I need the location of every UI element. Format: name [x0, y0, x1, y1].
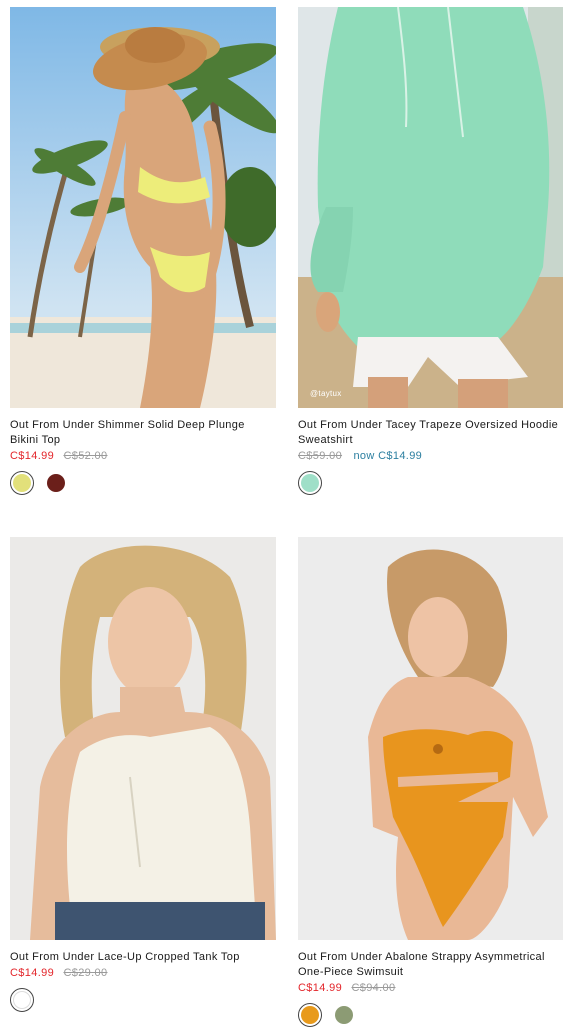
- price-row: C$14.99 C$52.00: [10, 449, 276, 463]
- product-photo-bikini: [10, 7, 276, 408]
- original-price: C$52.00: [63, 450, 108, 462]
- product-card[interactable]: Out From Under Abalone Strappy Asymmetri…: [298, 537, 563, 1027]
- product-photo-swimsuit: [298, 537, 563, 940]
- color-swatches: [10, 471, 276, 495]
- photo-credit: @taytux: [310, 389, 342, 398]
- price-row: C$14.99 C$94.00: [298, 981, 563, 995]
- product-photo-hoodie: [298, 7, 563, 408]
- product-grid: Out From Under Shimmer Solid Deep Plunge…: [0, 0, 563, 1035]
- swatch-dot: [301, 474, 319, 492]
- color-swatch-yellow[interactable]: [10, 471, 34, 495]
- product-card[interactable]: Out From Under Shimmer Solid Deep Plunge…: [10, 7, 276, 495]
- sale-price: now C$14.99: [353, 450, 423, 462]
- product-photo-tank-top: [10, 537, 276, 940]
- swatch-dot: [47, 474, 65, 492]
- price-row: C$14.99 C$29.00: [10, 966, 276, 980]
- swatch-dot: [301, 1006, 319, 1024]
- color-swatch-mint[interactable]: [298, 471, 322, 495]
- original-price: C$94.00: [351, 982, 396, 994]
- sale-price: C$14.99: [10, 450, 55, 462]
- product-image[interactable]: @taytux: [298, 7, 563, 408]
- sale-price: C$14.99: [298, 982, 343, 994]
- color-swatches: [10, 988, 276, 1012]
- product-image[interactable]: [10, 537, 276, 940]
- color-swatches: [298, 1003, 563, 1027]
- product-title[interactable]: Out From Under Tacey Trapeze Oversized H…: [298, 418, 560, 448]
- color-swatch-white[interactable]: [10, 988, 34, 1012]
- product-image[interactable]: [298, 537, 563, 940]
- swatch-dot: [13, 991, 31, 1009]
- product-image[interactable]: [10, 7, 276, 408]
- color-swatch-sage[interactable]: [335, 1006, 353, 1024]
- color-swatch-orange[interactable]: [298, 1003, 322, 1027]
- color-swatch-maroon[interactable]: [47, 474, 65, 492]
- sale-price: C$14.99: [10, 967, 55, 979]
- product-card[interactable]: Out From Under Lace-Up Cropped Tank Top …: [10, 537, 276, 1012]
- product-title[interactable]: Out From Under Lace-Up Cropped Tank Top: [10, 950, 272, 965]
- color-swatches: [298, 471, 563, 495]
- product-card[interactable]: @taytux Out From Under Tacey Trapeze Ove…: [298, 7, 563, 495]
- product-title[interactable]: Out From Under Abalone Strappy Asymmetri…: [298, 950, 560, 980]
- swatch-dot: [13, 474, 31, 492]
- swatch-dot: [335, 1006, 353, 1024]
- original-price: C$29.00: [63, 967, 108, 979]
- original-price: C$59.00: [298, 450, 343, 462]
- price-row: C$59.00 now C$14.99: [298, 449, 563, 463]
- product-title[interactable]: Out From Under Shimmer Solid Deep Plunge…: [10, 418, 272, 448]
